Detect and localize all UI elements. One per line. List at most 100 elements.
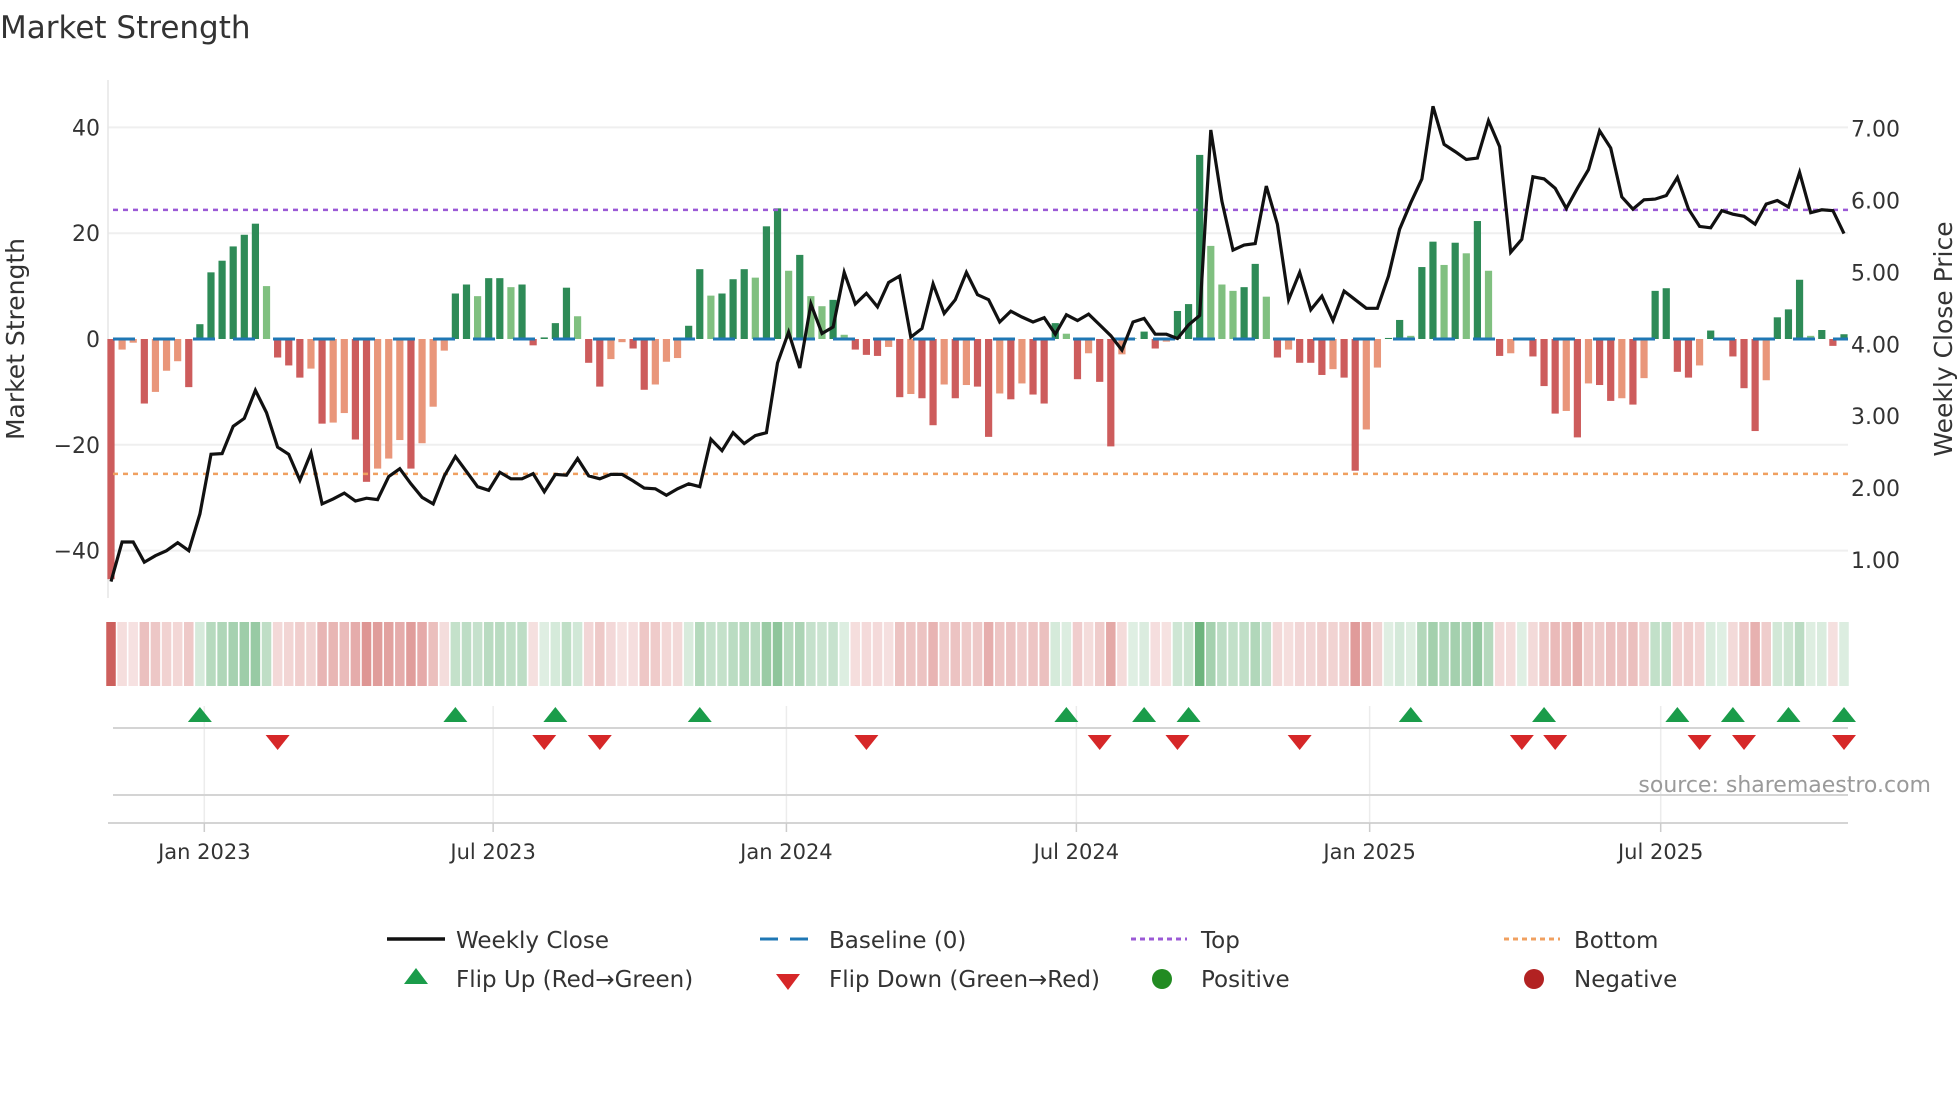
strength-bar <box>1351 339 1359 471</box>
heat-cell <box>439 622 450 686</box>
strength-bar <box>351 339 359 440</box>
strength-bar <box>1029 339 1037 395</box>
heat-cell <box>717 622 727 686</box>
left-axis-title: Market Strength <box>1 238 30 440</box>
heat-cell <box>1261 622 1272 686</box>
strength-bar <box>951 339 959 399</box>
heat-cell <box>750 622 761 686</box>
heat-cell <box>1183 622 1194 686</box>
flip-down-marker <box>1832 735 1856 750</box>
strength-bar <box>1818 330 1826 339</box>
heat-cell <box>817 622 827 686</box>
heat-cell <box>361 622 372 686</box>
strength-bar <box>540 337 548 339</box>
flip-up-marker <box>187 707 212 722</box>
heat-cell <box>950 622 961 686</box>
strength-bar <box>673 339 682 359</box>
strength-bar <box>1273 339 1282 358</box>
legend-label: Weekly Close <box>456 928 609 954</box>
strength-bar <box>318 339 326 424</box>
flip-up-marker <box>687 707 712 722</box>
right-tick-label: 7.00 <box>1851 118 1900 143</box>
heat-cell <box>1794 622 1805 686</box>
strength-bar <box>918 339 926 399</box>
strength-bar <box>118 339 126 350</box>
right-axis-ticks: 1.00 2.00 3.00 4.00 5.00 6.00 7.00 <box>1851 118 1900 574</box>
strength-bar <box>1629 339 1637 405</box>
left-axis-ticks: −40 −20 0 20 40 <box>54 116 100 564</box>
strength-bar <box>1307 339 1315 363</box>
heat-cell <box>572 622 583 686</box>
heat-cell <box>1705 622 1716 686</box>
heat-cell <box>1728 622 1738 686</box>
heat-cell <box>306 622 316 686</box>
strength-bar <box>740 269 748 339</box>
strength-bar <box>907 339 915 395</box>
heat-cell <box>672 622 683 686</box>
flip-up-marker <box>1176 707 1201 722</box>
flip-down-marker <box>1287 735 1312 750</box>
heat-cell <box>1761 622 1771 686</box>
heat-cell <box>839 622 849 686</box>
heat-cell <box>795 622 805 686</box>
strength-bar <box>1418 267 1426 339</box>
heat-cell <box>161 622 172 686</box>
triangle-up-icon <box>404 968 428 984</box>
triangle-down-icon <box>776 974 800 990</box>
strength-bar <box>940 339 948 385</box>
legend-label: Baseline (0) <box>829 928 966 954</box>
strength-bar <box>718 293 726 339</box>
heat-cell <box>1517 622 1527 686</box>
heat-cell <box>1161 622 1172 686</box>
strength-bar <box>640 339 648 390</box>
strength-bar <box>862 339 871 355</box>
heat-cell <box>1128 622 1138 686</box>
red-circle-icon <box>1524 969 1544 989</box>
heat-cell <box>1583 622 1594 686</box>
heat-cell <box>1306 622 1316 686</box>
strength-bar <box>285 339 293 366</box>
flip-down-marker <box>854 735 879 750</box>
flip-down-marker <box>587 735 612 750</box>
heat-cell <box>1505 622 1516 686</box>
heat-cell <box>628 622 638 686</box>
heat-cell <box>1394 622 1405 686</box>
strength-bar <box>1251 263 1259 339</box>
heat-cell <box>1461 622 1472 686</box>
strength-bar <box>162 339 171 371</box>
strength-bar <box>551 323 559 339</box>
heat-cell <box>1683 622 1694 686</box>
heat-cell <box>806 622 816 686</box>
heat-cell <box>583 622 594 686</box>
heat-cell <box>1550 622 1560 686</box>
strength-bar <box>685 325 693 339</box>
heat-cell <box>883 622 894 686</box>
strength-heat-strip <box>106 622 1849 686</box>
x-axis-ticks: Jan 2023 Jul 2023 Jan 2024 Jul 2024 Jan 2025… <box>156 823 1703 864</box>
market-strength-chart: Market Strength −40 −20 0 20 40 1.00 2.00 3.00… <box>0 10 1958 993</box>
strength-bar <box>429 339 437 407</box>
heat-cell <box>983 622 994 686</box>
flip-up-marker <box>1776 707 1801 722</box>
heat-cell <box>1217 622 1227 686</box>
heat-cell <box>1617 622 1627 686</box>
strength-bar <box>1107 339 1115 447</box>
right-tick-label: 6.00 <box>1851 190 1900 215</box>
heat-cell <box>372 622 383 686</box>
strength-bar <box>1618 339 1626 399</box>
heat-cell <box>1328 622 1338 686</box>
legend-negative: Negative <box>1524 967 1677 993</box>
heat-cell <box>1072 622 1083 686</box>
right-tick-label: 1.00 <box>1851 549 1900 574</box>
strength-bar <box>274 339 282 358</box>
strength-bar <box>773 208 782 339</box>
heat-cell <box>250 622 261 686</box>
strength-bar <box>407 339 415 469</box>
strength-bar <box>1584 339 1593 384</box>
heat-cell <box>1817 622 1827 686</box>
strength-bar <box>573 316 582 339</box>
heat-cell <box>295 622 305 686</box>
heat-cell <box>1228 622 1238 686</box>
strength-bar <box>151 339 160 392</box>
heat-cell <box>1417 622 1427 686</box>
